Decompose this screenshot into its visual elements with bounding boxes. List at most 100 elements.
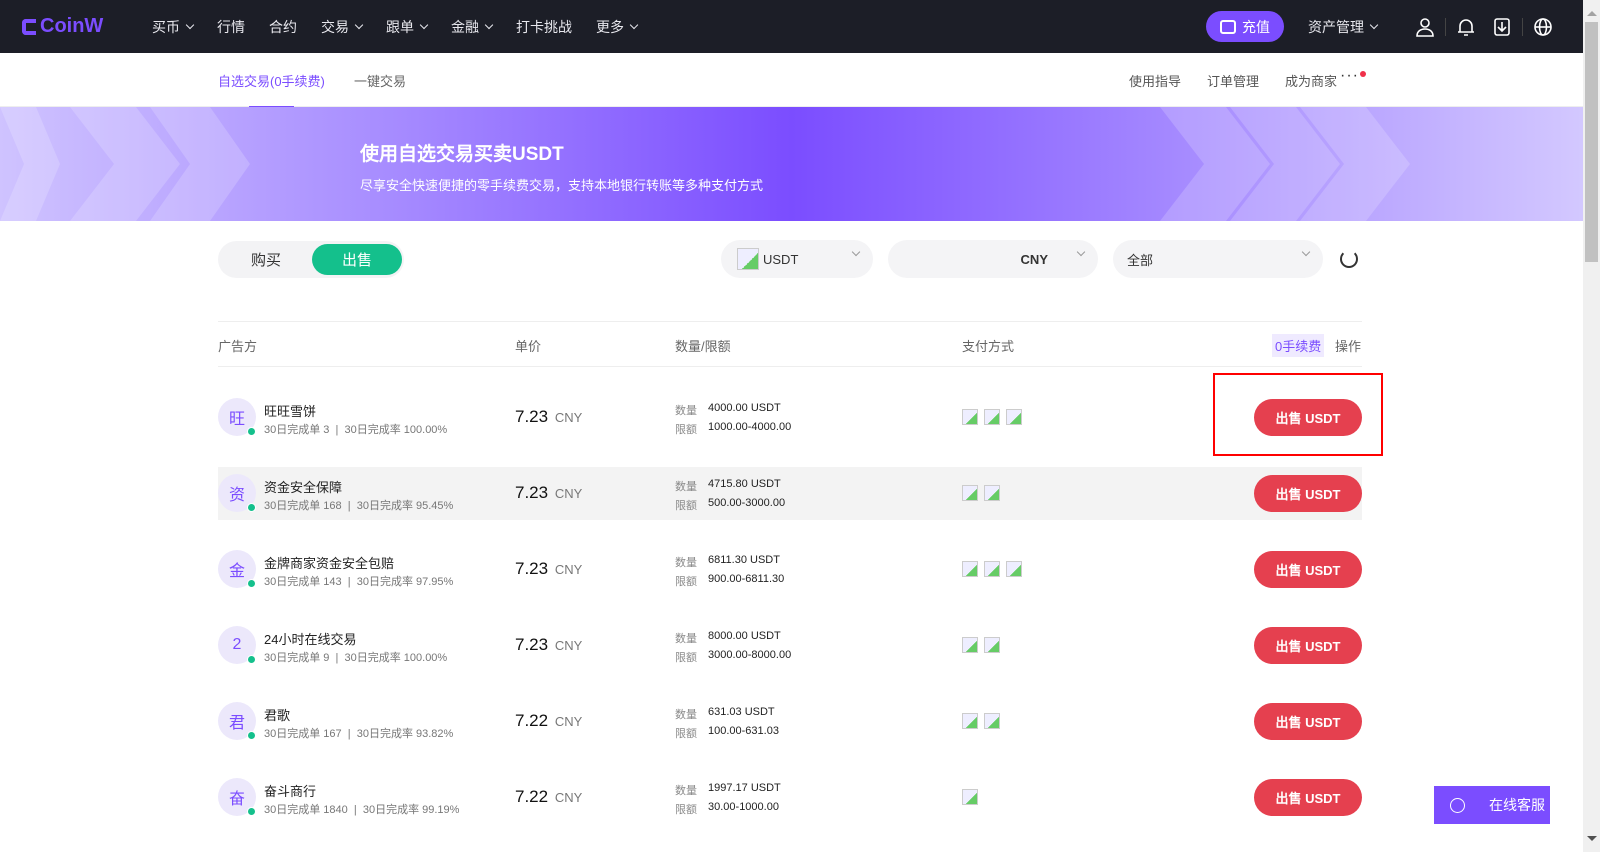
advertiser-stats: 30日完成单 3 | 30日完成率 100.00% — [264, 424, 448, 436]
deposit-icon — [1220, 19, 1236, 34]
advertiser-name[interactable]: 金牌商家资金安全包赔 — [264, 553, 394, 572]
avatar[interactable]: 奋 — [218, 778, 256, 816]
nav-item-label: 更多 — [596, 18, 624, 35]
avatar[interactable]: 资 — [218, 474, 256, 512]
avatar[interactable]: 2 — [218, 626, 256, 664]
become-merchant-link[interactable]: 成为商家 — [1285, 71, 1337, 90]
avatar-letter: 资 — [228, 487, 245, 504]
nav-item[interactable]: 金融 — [451, 17, 494, 37]
unit-price: 7.22 CNY — [515, 787, 582, 807]
advertiser-name[interactable]: 资金安全保障 — [264, 477, 342, 496]
sell-usdt-button[interactable]: 出售 USDT — [1254, 703, 1362, 740]
nav-item-label: 合约 — [269, 18, 297, 35]
nav-item-label: 跟单 — [386, 18, 414, 35]
buy-tab[interactable]: 购买 — [221, 244, 311, 275]
unit-price: 7.23 CNY — [515, 635, 582, 655]
user-icon[interactable] — [1415, 17, 1435, 37]
limit-label: 限额 — [675, 728, 697, 740]
bell-icon[interactable] — [1456, 17, 1476, 37]
logo[interactable]: CoinW — [22, 15, 152, 38]
payment-method-icon — [962, 789, 978, 805]
chevron-down-icon — [419, 20, 429, 29]
sell-usdt-button[interactable]: 出售 USDT — [1254, 627, 1362, 664]
limit-label: 限额 — [675, 500, 697, 512]
quantity-value: 4000.00 USDT — [708, 402, 781, 414]
scroll-up-icon[interactable] — [1587, 6, 1597, 16]
sell-usdt-button[interactable]: 出售 USDT — [1254, 779, 1362, 816]
payment-method-icon — [962, 561, 978, 577]
quantity-value: 631.03 USDT — [708, 706, 775, 718]
unit-price: 7.23 CNY — [515, 483, 582, 503]
nav-item-label: 金融 — [451, 18, 479, 35]
price-currency: CNY — [554, 562, 583, 577]
header-action: 操作 — [1335, 339, 1362, 354]
quantity-value: 4715.80 USDT — [708, 478, 781, 490]
guide-link[interactable]: 使用指导 — [1129, 71, 1181, 90]
scroll-down-icon[interactable] — [1587, 836, 1597, 846]
globe-icon[interactable] — [1533, 17, 1553, 37]
page: CoinW 买币 行情 合约 交易 跟单 金融 打卡挑战 更多 充值 资产管理 自选交易(0手… — [0, 0, 1583, 852]
online-status-dot — [247, 579, 256, 588]
limit-label: 限额 — [675, 424, 697, 436]
scrollbar[interactable] — [1583, 0, 1600, 852]
payment-method-icon — [962, 637, 978, 653]
header-price: 单价 — [515, 339, 542, 354]
price-value: 7.23 — [515, 559, 549, 578]
advertiser-name[interactable]: 君歌 — [264, 705, 290, 724]
filters: 购买 出售 USDT CNY 全部 — [0, 221, 1583, 321]
advertiser-name[interactable]: 奋斗商行 — [264, 781, 316, 800]
payment-methods — [962, 561, 1022, 577]
quantity-label: 数量 — [675, 633, 697, 645]
sell-tab[interactable]: 出售 — [312, 244, 402, 275]
chevron-down-icon — [1301, 247, 1311, 257]
avatar[interactable]: 旺 — [218, 398, 256, 436]
online-support-button[interactable]: 在线客服 — [1434, 786, 1550, 824]
online-status-dot — [247, 731, 256, 740]
price-value: 7.23 — [515, 407, 549, 426]
tab-custom-trade[interactable]: 自选交易(0手续费) — [218, 71, 325, 109]
avatar-letter: 2 — [232, 636, 242, 653]
unit-price: 7.22 CNY — [515, 711, 582, 731]
fiat-select[interactable]: CNY — [888, 240, 1098, 278]
avatar[interactable]: 君 — [218, 702, 256, 740]
coin-select[interactable]: USDT — [721, 240, 873, 278]
deposit-button[interactable]: 充值 — [1206, 11, 1284, 42]
nav-item[interactable]: 更多 — [596, 17, 639, 37]
price-value: 7.23 — [515, 635, 549, 654]
unit-price: 7.23 CNY — [515, 559, 582, 579]
payment-method-icon — [984, 485, 1000, 501]
chat-icon — [1450, 797, 1465, 813]
advertiser-name[interactable]: 旺旺雪饼 — [264, 401, 316, 420]
more-menu[interactable]: ··· — [1340, 67, 1366, 85]
nav-item[interactable]: 打卡挑战 — [516, 17, 572, 37]
limit-value: 900.00-6811.30 — [708, 573, 785, 585]
refresh-icon[interactable] — [1340, 250, 1358, 268]
payment-select[interactable]: 全部 — [1113, 240, 1323, 278]
advertiser-name[interactable]: 24小时在线交易 — [264, 629, 356, 648]
divider — [1522, 17, 1523, 36]
header-amount: 数量/限额 — [675, 339, 731, 354]
scrollbar-thumb[interactable] — [1585, 22, 1598, 262]
sell-usdt-button[interactable]: 出售 USDT — [1254, 551, 1362, 588]
nav-item[interactable]: 行情 — [217, 17, 245, 37]
header-advertiser: 广告方 — [218, 339, 258, 354]
table-row: 2 24小时在线交易 30日完成单 9 | 30日完成率 100.00% 7.2… — [218, 619, 1362, 672]
download-icon[interactable] — [1492, 17, 1512, 37]
nav-item-label: 交易 — [321, 18, 349, 35]
quantity-value: 8000.00 USDT — [708, 630, 781, 642]
payment-method-icon — [984, 561, 1000, 577]
nav-item[interactable]: 合约 — [269, 17, 297, 37]
coin-value: USDT — [763, 251, 799, 267]
tab-one-click-trade[interactable]: 一键交易 — [354, 71, 406, 90]
nav-item[interactable]: 交易 — [321, 17, 364, 37]
sell-usdt-button[interactable]: 出售 USDT — [1254, 475, 1362, 512]
asset-management-menu[interactable]: 资产管理 — [1308, 17, 1379, 37]
avatar[interactable]: 金 — [218, 550, 256, 588]
banner-title: 使用自选交易买卖USDT — [360, 144, 564, 165]
price-currency: CNY — [554, 790, 583, 805]
advertiser-stats: 30日完成单 168 | 30日完成率 95.45% — [264, 500, 454, 512]
payment-method-icon — [1006, 561, 1022, 577]
nav-item[interactable]: 买币 — [152, 17, 195, 37]
orders-link[interactable]: 订单管理 — [1207, 71, 1259, 90]
nav-item[interactable]: 跟单 — [386, 17, 429, 37]
